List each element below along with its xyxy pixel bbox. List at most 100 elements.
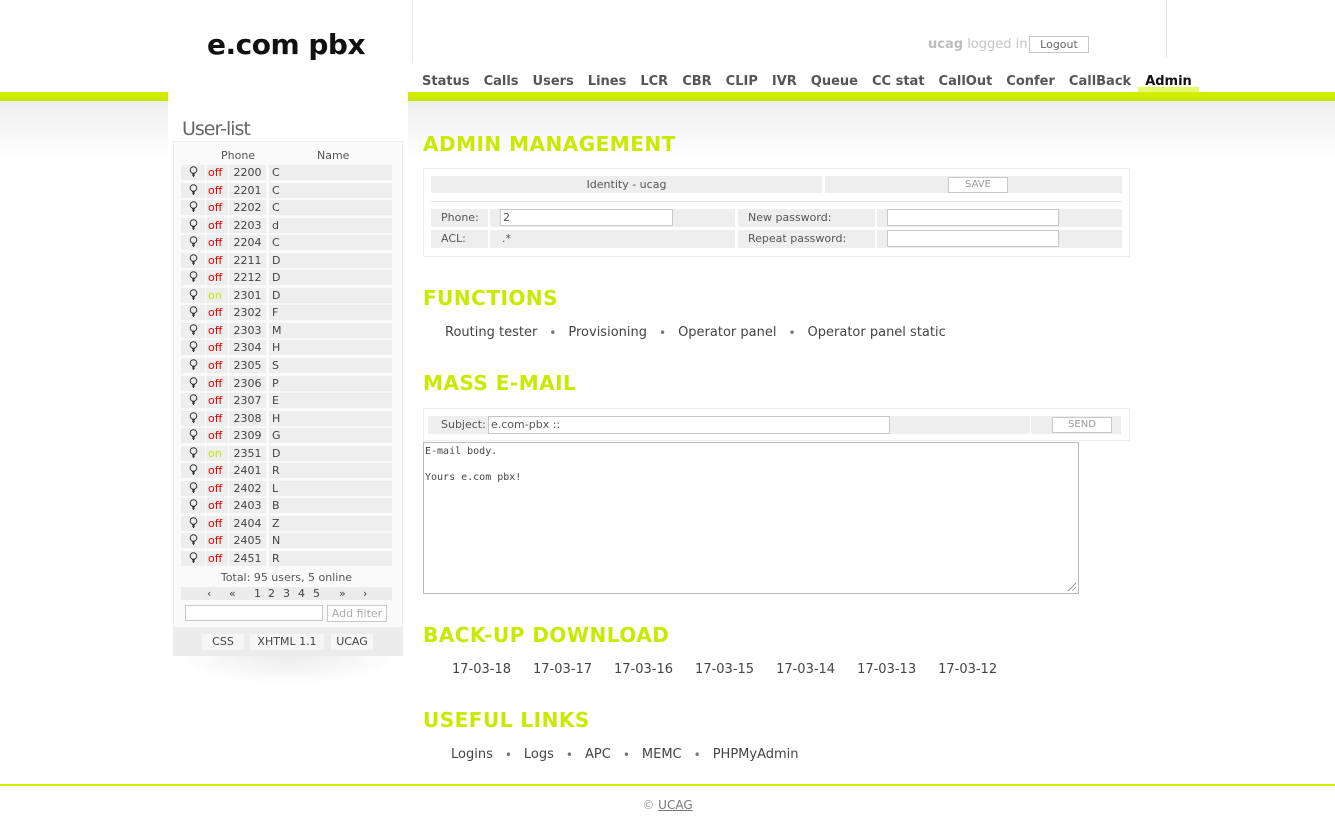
user-row[interactable]: off 2405 N (181, 533, 392, 551)
user-phone[interactable]: 2303 (229, 322, 266, 338)
user-phone[interactable]: 2202 (229, 200, 266, 216)
user-row[interactable]: off 2403 B (181, 498, 392, 516)
user-name[interactable]: H (269, 340, 392, 356)
nav-tab-cbr[interactable]: CBR (675, 74, 718, 92)
user-row[interactable]: on 2351 D (181, 445, 392, 464)
bulb-icon[interactable] (181, 252, 205, 268)
nav-tab-lcr[interactable]: LCR (633, 74, 675, 92)
user-row[interactable]: off 2404 Z (181, 515, 392, 534)
user-name[interactable]: Z (269, 515, 392, 531)
new-password-input[interactable] (887, 209, 1059, 226)
user-phone[interactable]: 2351 (229, 445, 266, 461)
user-name[interactable]: B (269, 498, 392, 514)
user-row[interactable]: off 2402 L (181, 480, 392, 499)
phpmyadmin-link[interactable]: PHPMyAdmin (713, 747, 799, 762)
user-row[interactable]: off 2203 d (181, 217, 392, 236)
nav-tab-clip[interactable]: CLIP (719, 74, 765, 92)
bulb-icon[interactable] (181, 551, 205, 567)
user-phone[interactable]: 2203 (229, 217, 266, 233)
bulb-icon[interactable] (181, 515, 205, 531)
user-phone[interactable]: 2204 (229, 235, 266, 251)
bulb-icon[interactable] (181, 165, 205, 180)
bulb-icon[interactable] (181, 305, 205, 321)
user-phone[interactable]: 2402 (229, 480, 266, 496)
user-phone[interactable]: 2404 (229, 515, 266, 531)
nav-tab-users[interactable]: Users (526, 74, 581, 92)
user-name[interactable]: R (269, 551, 392, 567)
bulb-icon[interactable] (181, 480, 205, 496)
send-button[interactable]: SEND (1052, 417, 1112, 433)
backup-link[interactable]: 17-03-16 (614, 662, 673, 677)
nav-tab-ivr[interactable]: IVR (765, 74, 804, 92)
user-phone[interactable]: 2401 (229, 463, 266, 479)
repeat-password-input[interactable] (887, 230, 1059, 247)
user-name[interactable]: D (269, 445, 392, 461)
pager-first[interactable]: « (229, 587, 236, 600)
user-row[interactable]: off 2303 M (181, 322, 392, 341)
routing-tester-link[interactable]: Routing tester (445, 325, 537, 340)
user-name[interactable]: C (269, 200, 392, 216)
user-name[interactable]: D (269, 252, 392, 268)
bulb-icon[interactable] (181, 270, 205, 286)
memc-link[interactable]: MEMC (642, 747, 682, 762)
user-name[interactable]: M (269, 322, 392, 338)
user-name[interactable]: C (269, 182, 392, 198)
pager-page-3[interactable]: 3 (283, 587, 290, 600)
user-name[interactable]: N (269, 533, 392, 549)
logout-button[interactable]: Logout (1029, 36, 1089, 53)
user-name[interactable]: F (269, 305, 392, 321)
save-button[interactable]: SAVE (948, 177, 1008, 193)
nav-tab-callback[interactable]: CallBack (1062, 74, 1138, 92)
pager-page-1[interactable]: 1 (254, 587, 261, 600)
user-name[interactable]: E (269, 393, 392, 409)
user-phone[interactable]: 2307 (229, 393, 266, 409)
user-phone[interactable]: 2301 (229, 287, 266, 303)
user-name[interactable]: S (269, 358, 392, 374)
nav-tab-admin[interactable]: Admin (1138, 74, 1199, 92)
user-name[interactable]: D (269, 270, 392, 286)
bulb-icon[interactable] (181, 340, 205, 356)
nav-tab-lines[interactable]: Lines (581, 74, 634, 92)
user-name[interactable]: L (269, 480, 392, 496)
nav-tab-confer[interactable]: Confer (999, 74, 1062, 92)
add-filter-button[interactable]: Add filter (327, 605, 387, 622)
css-badge[interactable]: CSS (202, 634, 244, 650)
user-name[interactable]: R (269, 463, 392, 479)
user-row[interactable]: off 2302 F (181, 305, 392, 323)
operator-panel-link[interactable]: Operator panel (678, 325, 776, 340)
user-name[interactable]: P (269, 375, 392, 391)
pager-page-4[interactable]: 4 (298, 587, 305, 600)
logins-link[interactable]: Logins (451, 747, 493, 762)
user-row[interactable]: off 2204 C (181, 235, 392, 253)
user-row[interactable]: off 2201 C (181, 182, 392, 201)
bulb-icon[interactable] (181, 410, 205, 426)
user-name[interactable]: G (269, 428, 392, 444)
user-row[interactable]: off 2304 H (181, 340, 392, 358)
bulb-icon[interactable] (181, 428, 205, 444)
logs-link[interactable]: Logs (524, 747, 554, 762)
bulb-icon[interactable] (181, 287, 205, 303)
nav-tab-callout[interactable]: CallOut (932, 74, 1000, 92)
user-phone[interactable]: 2302 (229, 305, 266, 321)
user-row[interactable]: off 2202 C (181, 200, 392, 218)
user-row[interactable]: off 2307 E (181, 393, 392, 411)
bulb-icon[interactable] (181, 322, 205, 338)
user-row[interactable]: on 2301 D (181, 287, 392, 306)
user-phone[interactable]: 2212 (229, 270, 266, 286)
user-name[interactable]: D (269, 287, 392, 303)
user-phone[interactable]: 2403 (229, 498, 266, 514)
email-body-textarea[interactable]: E-mail body. Yours e.com pbx! (423, 442, 1079, 594)
ucag-badge[interactable]: UCAG (331, 634, 373, 650)
bulb-icon[interactable] (181, 358, 205, 374)
user-row[interactable]: off 2211 D (181, 252, 392, 271)
bulb-icon[interactable] (181, 235, 205, 251)
backup-link[interactable]: 17-03-12 (938, 662, 997, 677)
pager-prev[interactable]: ‹ (207, 587, 211, 600)
nav-tab-calls[interactable]: Calls (477, 74, 526, 92)
backup-link[interactable]: 17-03-17 (533, 662, 592, 677)
user-phone[interactable]: 2211 (229, 252, 266, 268)
user-name[interactable]: H (269, 410, 392, 426)
nav-tab-queue[interactable]: Queue (804, 74, 865, 92)
user-row[interactable]: off 2401 R (181, 463, 392, 481)
bulb-icon[interactable] (181, 533, 205, 549)
